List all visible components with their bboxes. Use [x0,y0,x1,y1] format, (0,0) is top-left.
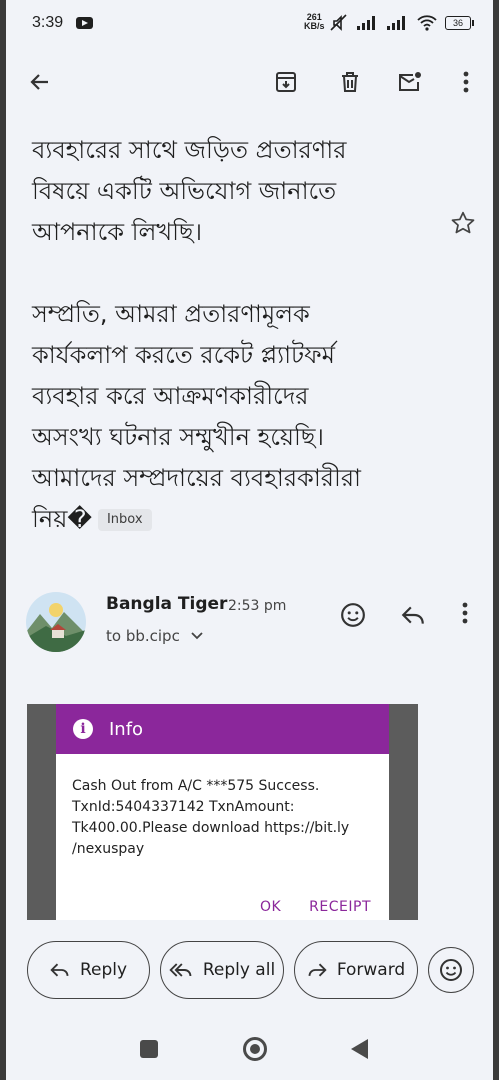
screen-frame-left [0,0,6,1080]
recipient-text: to bb.cipc [106,627,180,645]
body-line-7: অসংখ্য ঘটনার সম্মুখীন হয়েছি। [32,423,324,451]
inbox-label-chip[interactable]: Inbox [97,509,152,531]
system-navigation-bar [6,1018,493,1080]
battery-icon: 36 [445,16,474,30]
body-line-2: বিষয়ে একটি অভিযোগ জানাতে [32,177,337,205]
top-app-bar [6,52,493,112]
reply-button-label: Reply [79,960,128,980]
wifi-icon [417,15,437,31]
star-icon[interactable] [450,210,476,240]
chevron-down-icon [190,632,203,640]
message-line-2: TxnId:5404337142 TxnAmount: [72,799,295,815]
reply-all-button-label: Reply all [202,960,276,980]
reply-all-icon [169,963,192,977]
info-dialog-buttons: OK RECEIPT [260,899,371,915]
signal-icon [357,16,375,30]
message-line-3: Tk400.00.Please download https://bit.ly [72,820,350,836]
info-icon: i [73,719,93,739]
sender-name: Bangla Tiger [106,594,228,614]
message-line-4: /nexuspay [72,841,145,857]
body-line-5: কার্যকলাপ করতে রকেট প্ল্যাটফর্ম [32,341,335,369]
info-dialog-title: Info [109,718,144,740]
mark-unread-icon[interactable] [396,68,424,96]
body-line-6: ব্যবহার করে আক্রমণকারীদের [32,382,309,410]
recipient-line[interactable]: to bb.cipc [106,627,203,645]
status-bar: 3:39 261 KB/s 36 [6,0,493,48]
email-body: ব্যবহারের সাথে জড়িত প্রতারণার বিষয়ে এক… [32,118,442,540]
emoji-icon [440,959,462,981]
body-line-4: সম্প্রতি, আমরা প্রতারণামূলক [32,300,310,328]
sender-avatar[interactable] [26,592,86,652]
status-time: 3:39 [32,14,64,31]
recents-icon[interactable] [140,1040,158,1058]
network-speed-unit: KB/s [304,21,325,31]
reply-button[interactable]: Reply [27,941,150,999]
message-more-icon[interactable] [462,602,468,628]
back-triangle-icon[interactable] [351,1039,368,1059]
forward-button[interactable]: Forward [294,941,418,999]
add-reaction-icon[interactable] [340,602,366,632]
cut-off-line [32,118,442,130]
delete-icon[interactable] [336,68,364,96]
home-icon[interactable] [243,1037,267,1061]
forward-button-label: Forward [336,960,406,980]
receipt-button: RECEIPT [309,899,371,915]
youtube-notification-icon [76,17,93,29]
screen-frame-right [493,0,499,1080]
emoji-reaction-button[interactable] [428,947,474,993]
sender-time: 2:53 pm [228,598,287,614]
body-last-line: নিয়� [32,505,92,533]
mute-icon [330,14,347,31]
status-icons: 36 [329,14,474,32]
network-speed: 261 KB/s [304,13,325,31]
info-dialog-message: Cash Out from A/C ***575 Success. TxnId:… [56,754,389,860]
ok-button: OK [259,899,282,915]
reply-all-button[interactable]: Reply all [160,941,284,999]
reply-icon[interactable] [400,602,426,632]
more-options-icon[interactable] [452,68,480,96]
body-line-8: আমাদের সম্প্রদায়ের ব্যবহারকারীরা [32,464,362,492]
signal-icon-2 [387,16,405,30]
info-dialog: i Info Cash Out from A/C ***575 Success.… [56,704,389,920]
info-dialog-header: i Info [56,704,389,754]
archive-icon[interactable] [272,68,300,96]
embedded-screenshot[interactable]: i Info Cash Out from A/C ***575 Success.… [27,704,418,920]
forward-arrow-icon [308,963,327,977]
reply-arrow-icon [50,963,69,977]
body-line-9: নিয়� Inbox [32,499,442,540]
body-line-3: আপনাকে লিখছি। [32,218,203,246]
back-arrow-icon[interactable] [26,68,54,96]
body-line-1: ব্যবহারের সাথে জড়িত প্রতারণার [32,136,347,164]
message-line-1: Cash Out from A/C ***575 Success. [72,778,320,794]
